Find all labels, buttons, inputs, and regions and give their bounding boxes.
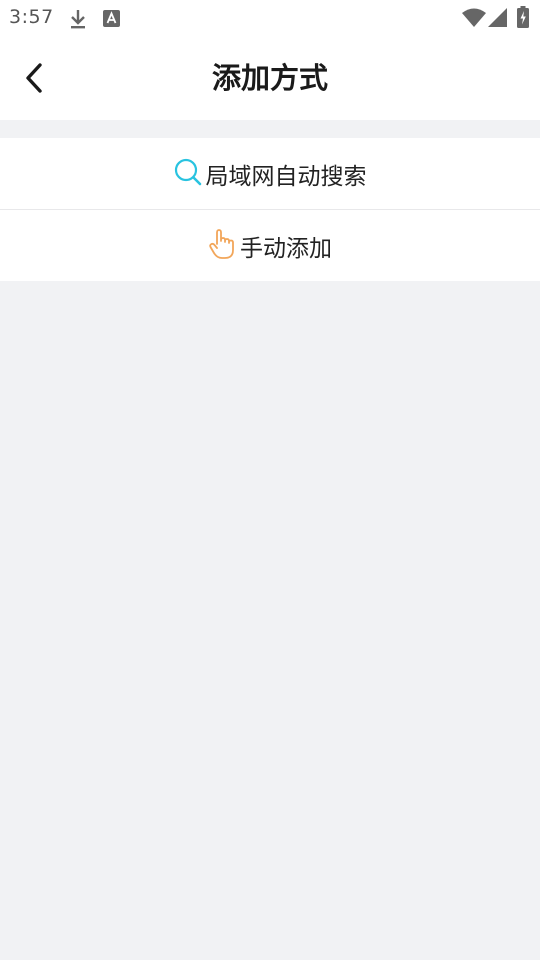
section-gap	[0, 120, 540, 138]
lan-auto-search-option[interactable]: 局域网自动搜索	[0, 138, 540, 209]
back-arrow-icon	[26, 63, 42, 93]
manual-add-label: 手动添加	[240, 235, 332, 262]
status-bar: 3:57	[0, 0, 540, 36]
battery-charging-icon	[517, 6, 529, 32]
a-notification-icon	[103, 10, 120, 31]
lan-auto-search-label: 局域网自动搜索	[205, 163, 367, 190]
nav-bar: 添加方式	[0, 36, 540, 120]
manual-add-option[interactable]: 手动添加	[0, 210, 540, 281]
back-button[interactable]	[14, 58, 54, 98]
download-icon	[68, 8, 88, 34]
status-time: 3:57	[9, 6, 54, 28]
wifi-icon	[462, 8, 486, 32]
signal-icon	[488, 8, 508, 32]
hand-pointer-icon	[208, 228, 236, 264]
page-title: 添加方式	[211, 61, 328, 95]
search-icon	[174, 158, 202, 190]
add-method-list: 局域网自动搜索 手动添加	[0, 138, 540, 281]
